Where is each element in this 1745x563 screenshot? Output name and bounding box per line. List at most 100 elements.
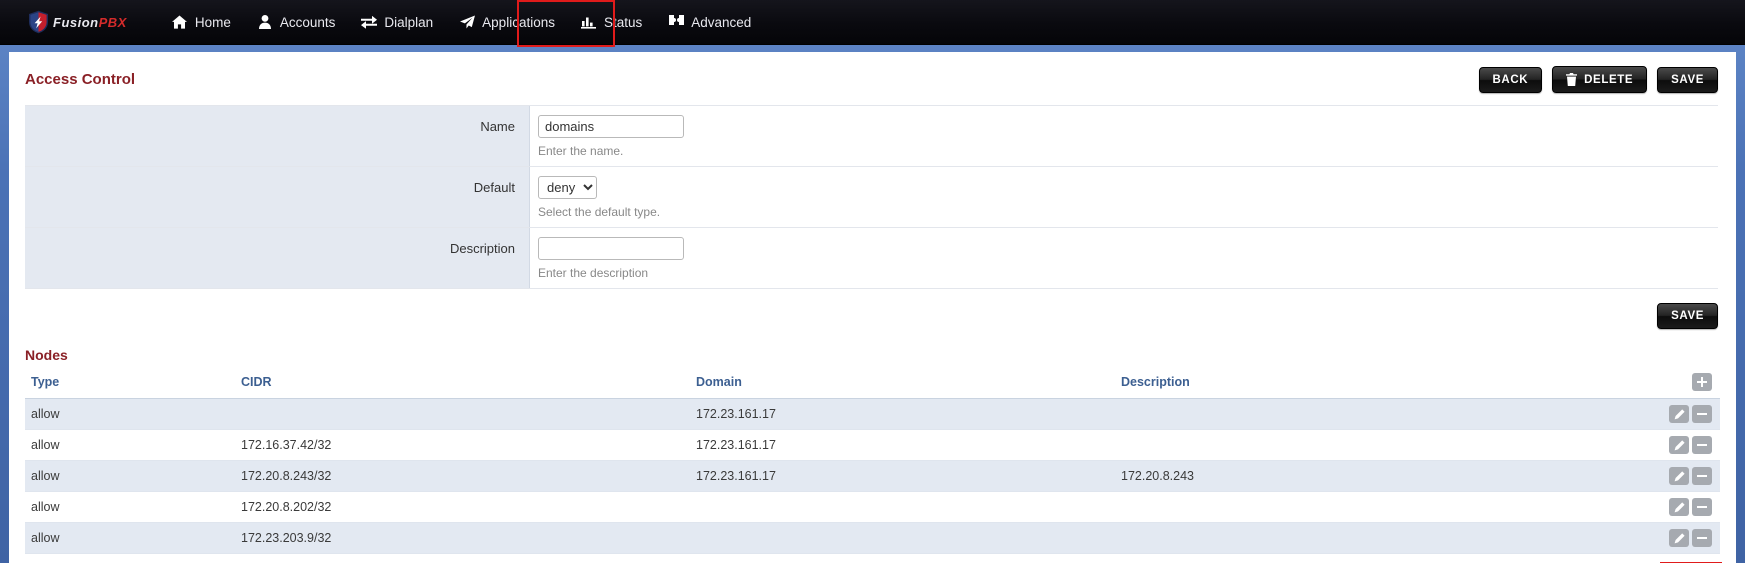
- cell-cidr[interactable]: 172.23.203.9/32: [235, 522, 690, 554]
- cell-actions: [1658, 522, 1720, 554]
- nodes-table: Type CIDR Domain Description allow 172.23…: [25, 369, 1720, 554]
- nav-item-accounts-label: Accounts: [279, 14, 336, 30]
- nav-item-dialplan[interactable]: Dialplan: [348, 0, 446, 45]
- puzzle-piece-icon: [668, 14, 684, 30]
- cell-cidr[interactable]: 172.20.8.243/32: [235, 460, 690, 492]
- col-header-description[interactable]: Description: [1115, 369, 1658, 399]
- col-header-type[interactable]: Type: [25, 369, 235, 399]
- nav-item-status[interactable]: Status: [568, 0, 655, 45]
- nodes-table-head: Type CIDR Domain Description: [25, 369, 1720, 399]
- logo-text-primary: Fusion: [53, 14, 99, 30]
- pencil-icon[interactable]: [1669, 405, 1689, 423]
- form-save-bar: SAVE: [9, 289, 1736, 329]
- save-button-top[interactable]: SAVE: [1657, 66, 1718, 93]
- cell-description[interactable]: [1115, 491, 1658, 523]
- exchange-arrows-icon: [361, 14, 378, 30]
- minus-icon[interactable]: [1692, 467, 1712, 485]
- nav-item-applications-label: Applications: [482, 14, 555, 30]
- row-actions: [1664, 529, 1714, 547]
- row-actions: [1664, 467, 1714, 485]
- page-title: Access Control: [25, 71, 136, 88]
- cell-type: allow: [25, 398, 235, 430]
- default-control: deny Select the default type.: [530, 167, 1718, 227]
- cell-cidr[interactable]: 172.16.37.42/32: [235, 429, 690, 461]
- col-header-domain[interactable]: Domain: [690, 369, 1115, 399]
- cell-domain[interactable]: 172.23.161.17: [690, 429, 1115, 461]
- minus-icon[interactable]: [1692, 529, 1712, 547]
- nav-item-home[interactable]: Home: [159, 0, 244, 45]
- nodes-header-row: Type CIDR Domain Description: [25, 369, 1720, 399]
- default-select[interactable]: deny: [538, 176, 597, 199]
- nodes-title: Nodes: [25, 347, 68, 363]
- cell-actions: [1658, 398, 1720, 430]
- pencil-icon[interactable]: [1669, 436, 1689, 454]
- name-control: Enter the name.: [530, 106, 1718, 166]
- cell-cidr[interactable]: 172.20.8.202/32: [235, 491, 690, 523]
- default-hint: Select the default type.: [538, 205, 661, 219]
- cell-actions: [1658, 460, 1720, 492]
- nav-item-advanced-label: Advanced: [691, 14, 752, 30]
- cell-description[interactable]: [1115, 398, 1658, 430]
- col-header-cidr[interactable]: CIDR: [235, 369, 690, 399]
- table-row[interactable]: allow 172.16.37.42/32 172.23.161.17: [25, 429, 1720, 461]
- name-hint: Enter the name.: [538, 144, 624, 158]
- user-icon: [257, 14, 273, 30]
- top-navbar: FusionPBX Home Accounts Dialplan Applica…: [0, 0, 1745, 47]
- cell-cidr[interactable]: [235, 398, 690, 430]
- add-node-button-top[interactable]: [1692, 373, 1712, 391]
- cell-description[interactable]: [1115, 522, 1658, 554]
- minus-icon[interactable]: [1692, 436, 1712, 454]
- minus-icon[interactable]: [1692, 498, 1712, 516]
- row-actions: [1664, 498, 1714, 516]
- default-label: Default: [25, 167, 530, 227]
- description-control: Enter the description: [530, 228, 1718, 288]
- description-label: Description: [25, 228, 530, 288]
- table-row[interactable]: allow 172.23.203.9/32: [25, 522, 1720, 554]
- minus-icon[interactable]: [1692, 405, 1712, 423]
- page-frame: Access Control BACK DELETE SAVE Name Ent…: [0, 45, 1745, 563]
- nodes-table-body: allow 172.23.161.17 allow 172.16.37.42/32 17…: [25, 398, 1720, 554]
- cell-actions: [1658, 491, 1720, 523]
- back-button[interactable]: BACK: [1478, 66, 1543, 93]
- cell-domain[interactable]: [690, 491, 1115, 523]
- cell-domain[interactable]: 172.23.161.17: [690, 460, 1115, 492]
- nav-item-applications[interactable]: Applications: [446, 0, 568, 45]
- table-row[interactable]: allow 172.20.8.202/32: [25, 491, 1720, 523]
- delete-button[interactable]: DELETE: [1552, 66, 1648, 93]
- header-actions: [1664, 373, 1714, 391]
- delete-button-label: DELETE: [1584, 73, 1634, 86]
- table-row[interactable]: allow 172.23.161.17: [25, 398, 1720, 430]
- logo-text: FusionPBX: [53, 16, 127, 29]
- save-button-top-label: SAVE: [1671, 73, 1704, 86]
- save-button-bottom[interactable]: SAVE: [1657, 303, 1718, 329]
- pencil-icon[interactable]: [1669, 529, 1689, 547]
- fusionpbx-logo[interactable]: FusionPBX: [28, 7, 127, 37]
- form-row-default: Default deny Select the default type.: [25, 167, 1718, 228]
- cell-actions: [1658, 429, 1720, 461]
- save-button-bottom-label: SAVE: [1671, 310, 1704, 322]
- pencil-icon[interactable]: [1669, 498, 1689, 516]
- cell-description[interactable]: 172.20.8.243: [1115, 460, 1658, 492]
- pencil-icon[interactable]: [1669, 467, 1689, 485]
- col-header-actions: [1658, 369, 1720, 399]
- home-icon: [172, 14, 188, 30]
- nav-item-status-label: Status: [603, 14, 643, 30]
- trash-icon: [1566, 73, 1578, 86]
- cell-domain[interactable]: 172.23.161.17: [690, 398, 1115, 430]
- description-input[interactable]: [538, 237, 684, 260]
- logo-text-accent: PBX: [98, 14, 127, 30]
- nav-item-advanced[interactable]: Advanced: [655, 0, 764, 45]
- back-button-label: BACK: [1492, 73, 1529, 86]
- page-content: Access Control BACK DELETE SAVE Name Ent…: [9, 52, 1736, 563]
- cell-domain[interactable]: [690, 522, 1115, 554]
- name-input[interactable]: [538, 115, 684, 138]
- cell-description[interactable]: [1115, 429, 1658, 461]
- nav-item-dialplan-label: Dialplan: [384, 14, 434, 30]
- row-actions: [1664, 436, 1714, 454]
- cell-type: allow: [25, 522, 235, 554]
- table-row[interactable]: allow 172.20.8.243/32 172.23.161.17 172.20.…: [25, 460, 1720, 492]
- name-label: Name: [25, 106, 530, 166]
- cell-type: allow: [25, 429, 235, 461]
- nav-item-home-label: Home: [194, 14, 231, 30]
- nav-item-accounts[interactable]: Accounts: [244, 0, 349, 45]
